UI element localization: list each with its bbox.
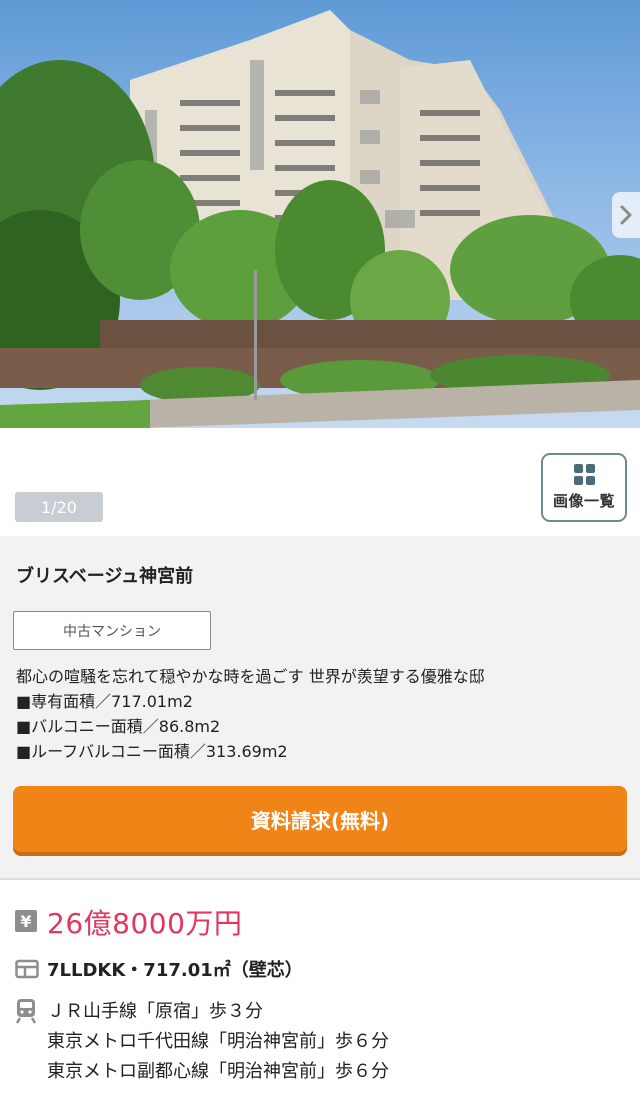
description-line: ■バルコニー面積／86.8m2 xyxy=(16,717,221,736)
access-line: ＪＲ山手線「原宿」歩３分 xyxy=(47,1001,263,1022)
station-access: ＪＲ山手線「原宿」歩３分 東京メトロ千代田線「明治神宮前」歩６分 東京メトロ副都… xyxy=(47,997,389,1087)
property-description: 都心の喧騒を忘れて穏やかな時を過ごす 世界が羨望する優雅な邸 ■専有面積／717… xyxy=(16,664,485,764)
grid-icon xyxy=(573,464,595,485)
image-counter: 1/20 xyxy=(15,492,103,522)
description-line: ■専有面積／717.01m2 xyxy=(16,692,193,711)
price: 26億8000万円 xyxy=(47,907,243,940)
train-icon xyxy=(15,999,37,1024)
image-list-label: 画像一覧 xyxy=(552,492,615,510)
property-type-tag: 中古マンション xyxy=(13,611,211,650)
access-line: 東京メトロ千代田線「明治神宮前」歩６分 xyxy=(47,1031,389,1052)
property-photo[interactable] xyxy=(0,0,640,428)
description-line: ■ルーフバルコニー面積／313.69m2 xyxy=(16,742,288,761)
property-name: ブリスベージュ神宮前 xyxy=(16,566,194,587)
section-divider xyxy=(0,878,640,880)
chevron-right-icon xyxy=(620,205,632,225)
description-line: 都心の喧騒を忘れて穏やかな時を過ごす 世界が羨望する優雅な邸 xyxy=(16,667,485,686)
yen-icon: ¥ xyxy=(15,910,37,932)
access-line: 東京メトロ副都心線「明治神宮前」歩６分 xyxy=(47,1061,389,1082)
next-image-button[interactable] xyxy=(612,192,640,238)
request-info-button[interactable]: 資料請求(無料) xyxy=(13,786,627,852)
floor-plan-icon xyxy=(15,959,39,979)
image-list-button[interactable]: 画像一覧 xyxy=(541,453,627,522)
building-photo-illustration xyxy=(0,10,640,428)
layout-area: 7LLDKK・717.01㎡（壁芯） xyxy=(47,960,303,981)
